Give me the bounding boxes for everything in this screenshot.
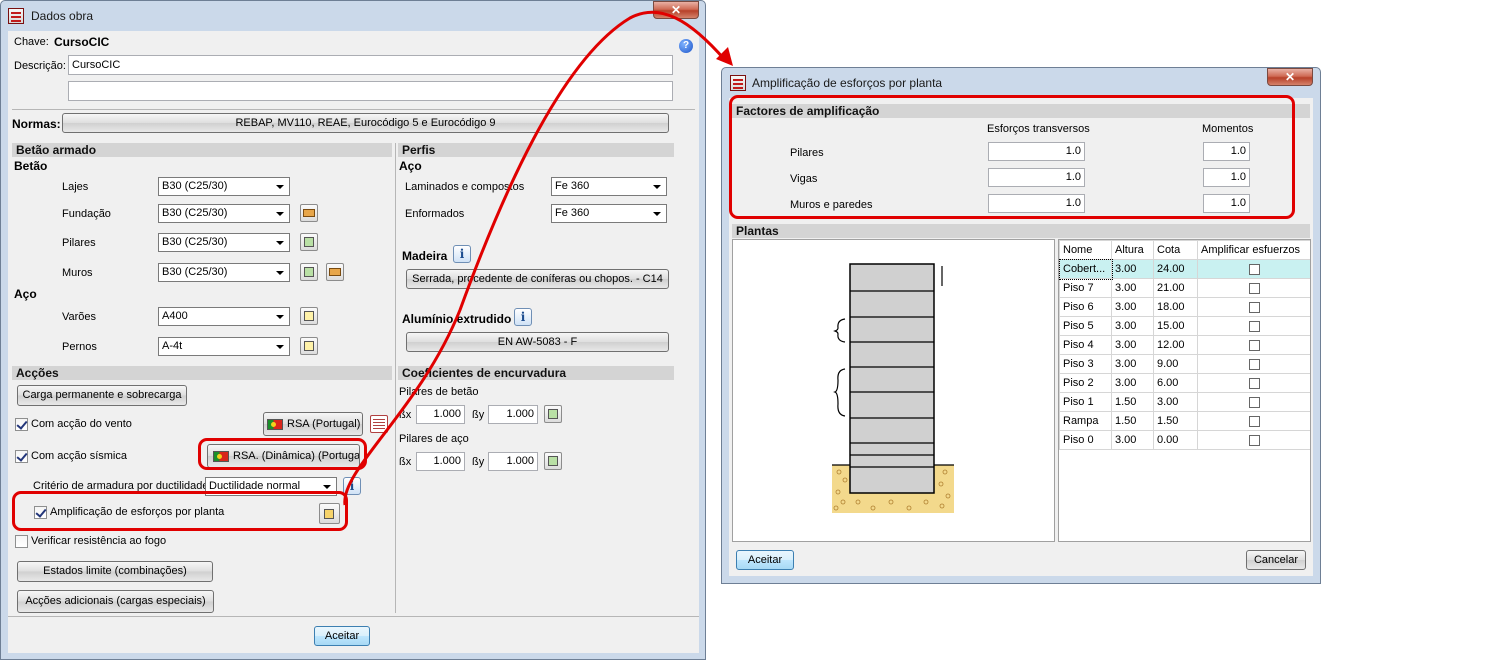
annotation-arrow <box>343 10 733 506</box>
